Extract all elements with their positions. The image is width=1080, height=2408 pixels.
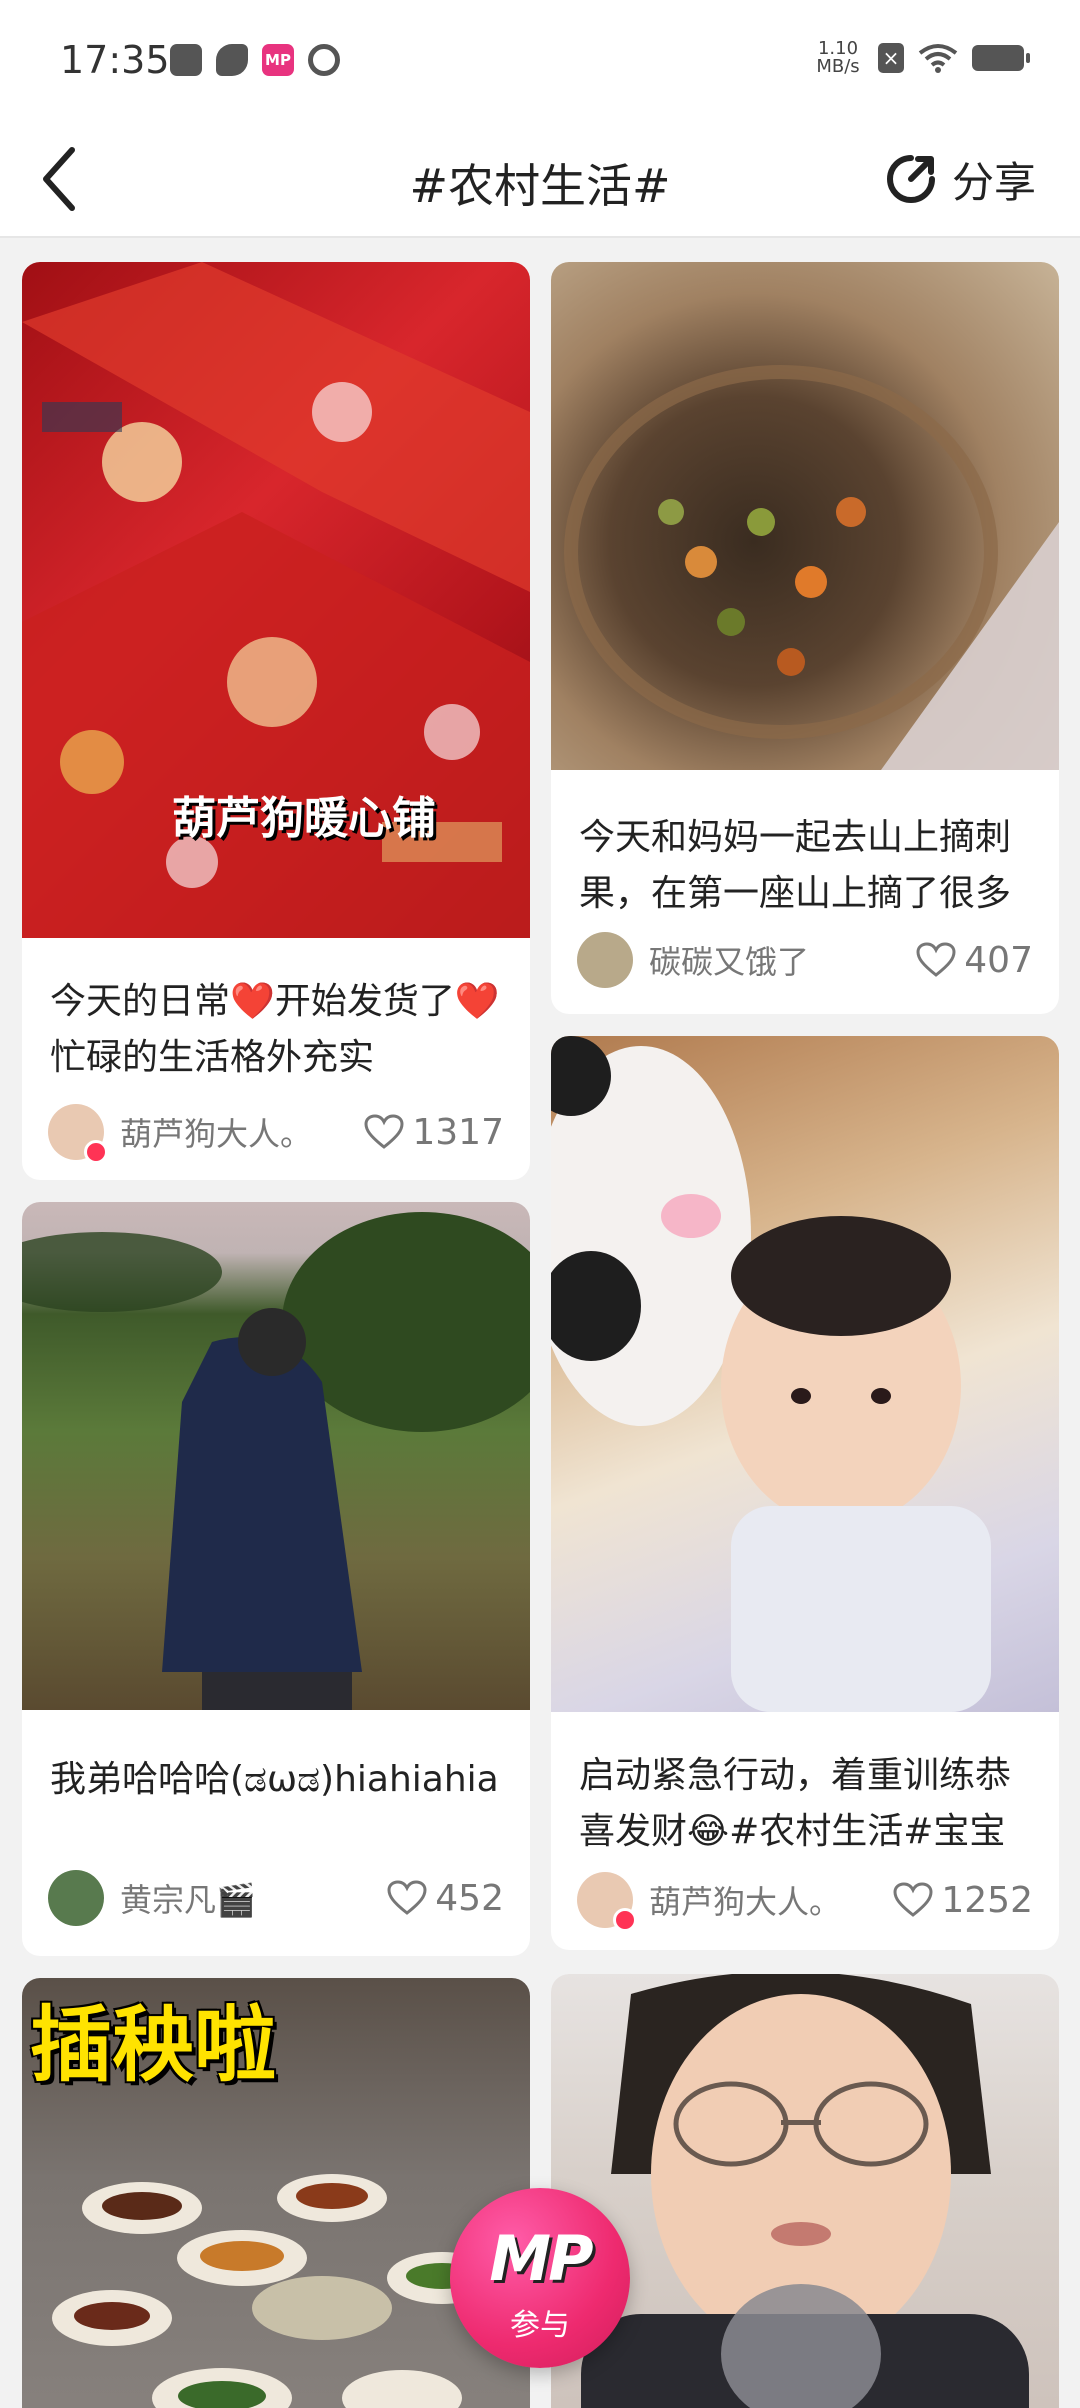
author-name[interactable]: 碳碳又饿了 [649,937,916,983]
post-meta: 碳碳又饿了 407 [577,930,1033,990]
notification-camera-icon [308,44,340,76]
share-icon [887,155,935,203]
post-thumbnail[interactable] [551,262,1059,770]
author-avatar[interactable] [577,1872,637,1932]
post-caption: 启动紧急行动，着重训练恭喜发财😂#农村生活#宝宝 [579,1755,1012,1852]
mp-logo-icon: MP [489,2222,593,2295]
post-caption: 我弟哈哈哈(ಡωಡ)hiahiahia [50,1759,499,1800]
thumbnail-overlay-text: 插秧啦 [30,1998,277,2093]
wifi-icon [918,43,958,73]
post-card[interactable]: 葫芦狗暖心铺 今天的日常❤️开始发货了❤️忙碌的生活格外充实 葫芦狗大人。 13… [22,262,530,1180]
post-caption: 今天和妈妈一起去山上摘刺果，在第一座山上摘了很多 [579,817,1012,914]
post-thumbnail[interactable] [22,1202,530,1710]
author-name[interactable]: 黄宗凡🎬 [120,1875,387,1921]
author-avatar[interactable] [48,1104,108,1164]
notification-leaf-icon [216,44,248,76]
share-label: 分享 [951,157,1036,207]
post-card[interactable]: 我弟哈哈哈(ಡωಡ)hiahiahia 黄宗凡🎬 452 [22,1202,530,1956]
post-meta: 葫芦狗大人。 1252 [577,1870,1033,1932]
battery-icon [972,45,1030,71]
status-time: 17:35 [60,38,170,82]
status-system-icons: 1.10 MB/s × [812,40,1030,76]
heart-icon [364,1114,404,1149]
like-button[interactable]: 407 [916,940,1033,981]
network-speed-unit: MB/s [816,56,860,77]
like-button[interactable]: 1317 [364,1112,504,1153]
participate-button[interactable]: MP 参与 [450,2188,630,2368]
top-header: #农村生活# 分享 [0,120,1080,238]
like-button[interactable]: 1252 [893,1880,1033,1921]
like-count: 452 [435,1877,504,1919]
notification-mp-icon: MP [262,44,294,76]
verified-badge-icon [84,1140,108,1164]
like-count: 1252 [941,1879,1033,1921]
status-notification-icons: MP [170,44,340,76]
heart-icon [893,1882,933,1917]
like-count: 1317 [412,1111,504,1153]
thumbnail-overlay-text: 葫芦狗暖心铺 [172,793,436,844]
share-button[interactable]: 分享 [884,144,1036,214]
author-name[interactable]: 葫芦狗大人。 [120,1109,364,1155]
post-caption: 今天的日常❤️开始发货了❤️忙碌的生活格外充实 [50,981,500,1078]
author-name[interactable]: 葫芦狗大人。 [649,1877,893,1923]
like-button[interactable]: 452 [387,1878,504,1919]
field-illustration [22,1212,530,1710]
basket-illustration [564,365,1059,770]
heart-icon [916,942,956,977]
participate-label: 参与 [510,2308,570,2343]
heart-icon [387,1880,427,1915]
post-meta: 葫芦狗大人。 1317 [48,1102,504,1164]
post-meta: 黄宗凡🎬 452 [48,1868,504,1928]
post-thumbnail[interactable] [551,1036,1059,1712]
post-card[interactable]: 启动紧急行动，着重训练恭喜发财😂#农村生活#宝宝 葫芦狗大人。 1252 [551,1036,1059,1950]
notification-app-icon [170,44,202,76]
post-card[interactable]: 今天和妈妈一起去山上摘刺果，在第一座山上摘了很多 碳碳又饿了 407 [551,262,1059,1014]
like-count: 407 [964,939,1033,981]
post-feed: 葫芦狗暖心铺 今天的日常❤️开始发货了❤️忙碌的生活格外充实 葫芦狗大人。 13… [0,240,1080,2408]
network-speed: 1.10 MB/s [812,40,864,76]
baby-photo-illustration [551,1036,991,1712]
author-avatar[interactable] [48,1870,104,1926]
status-bar: 17:35 MP 1.10 MB/s × [0,0,1080,120]
author-avatar[interactable] [577,932,633,988]
sim-disabled-icon: × [878,43,904,73]
verified-badge-icon [613,1908,637,1932]
post-thumbnail[interactable]: 葫芦狗暖心铺 [22,262,530,938]
